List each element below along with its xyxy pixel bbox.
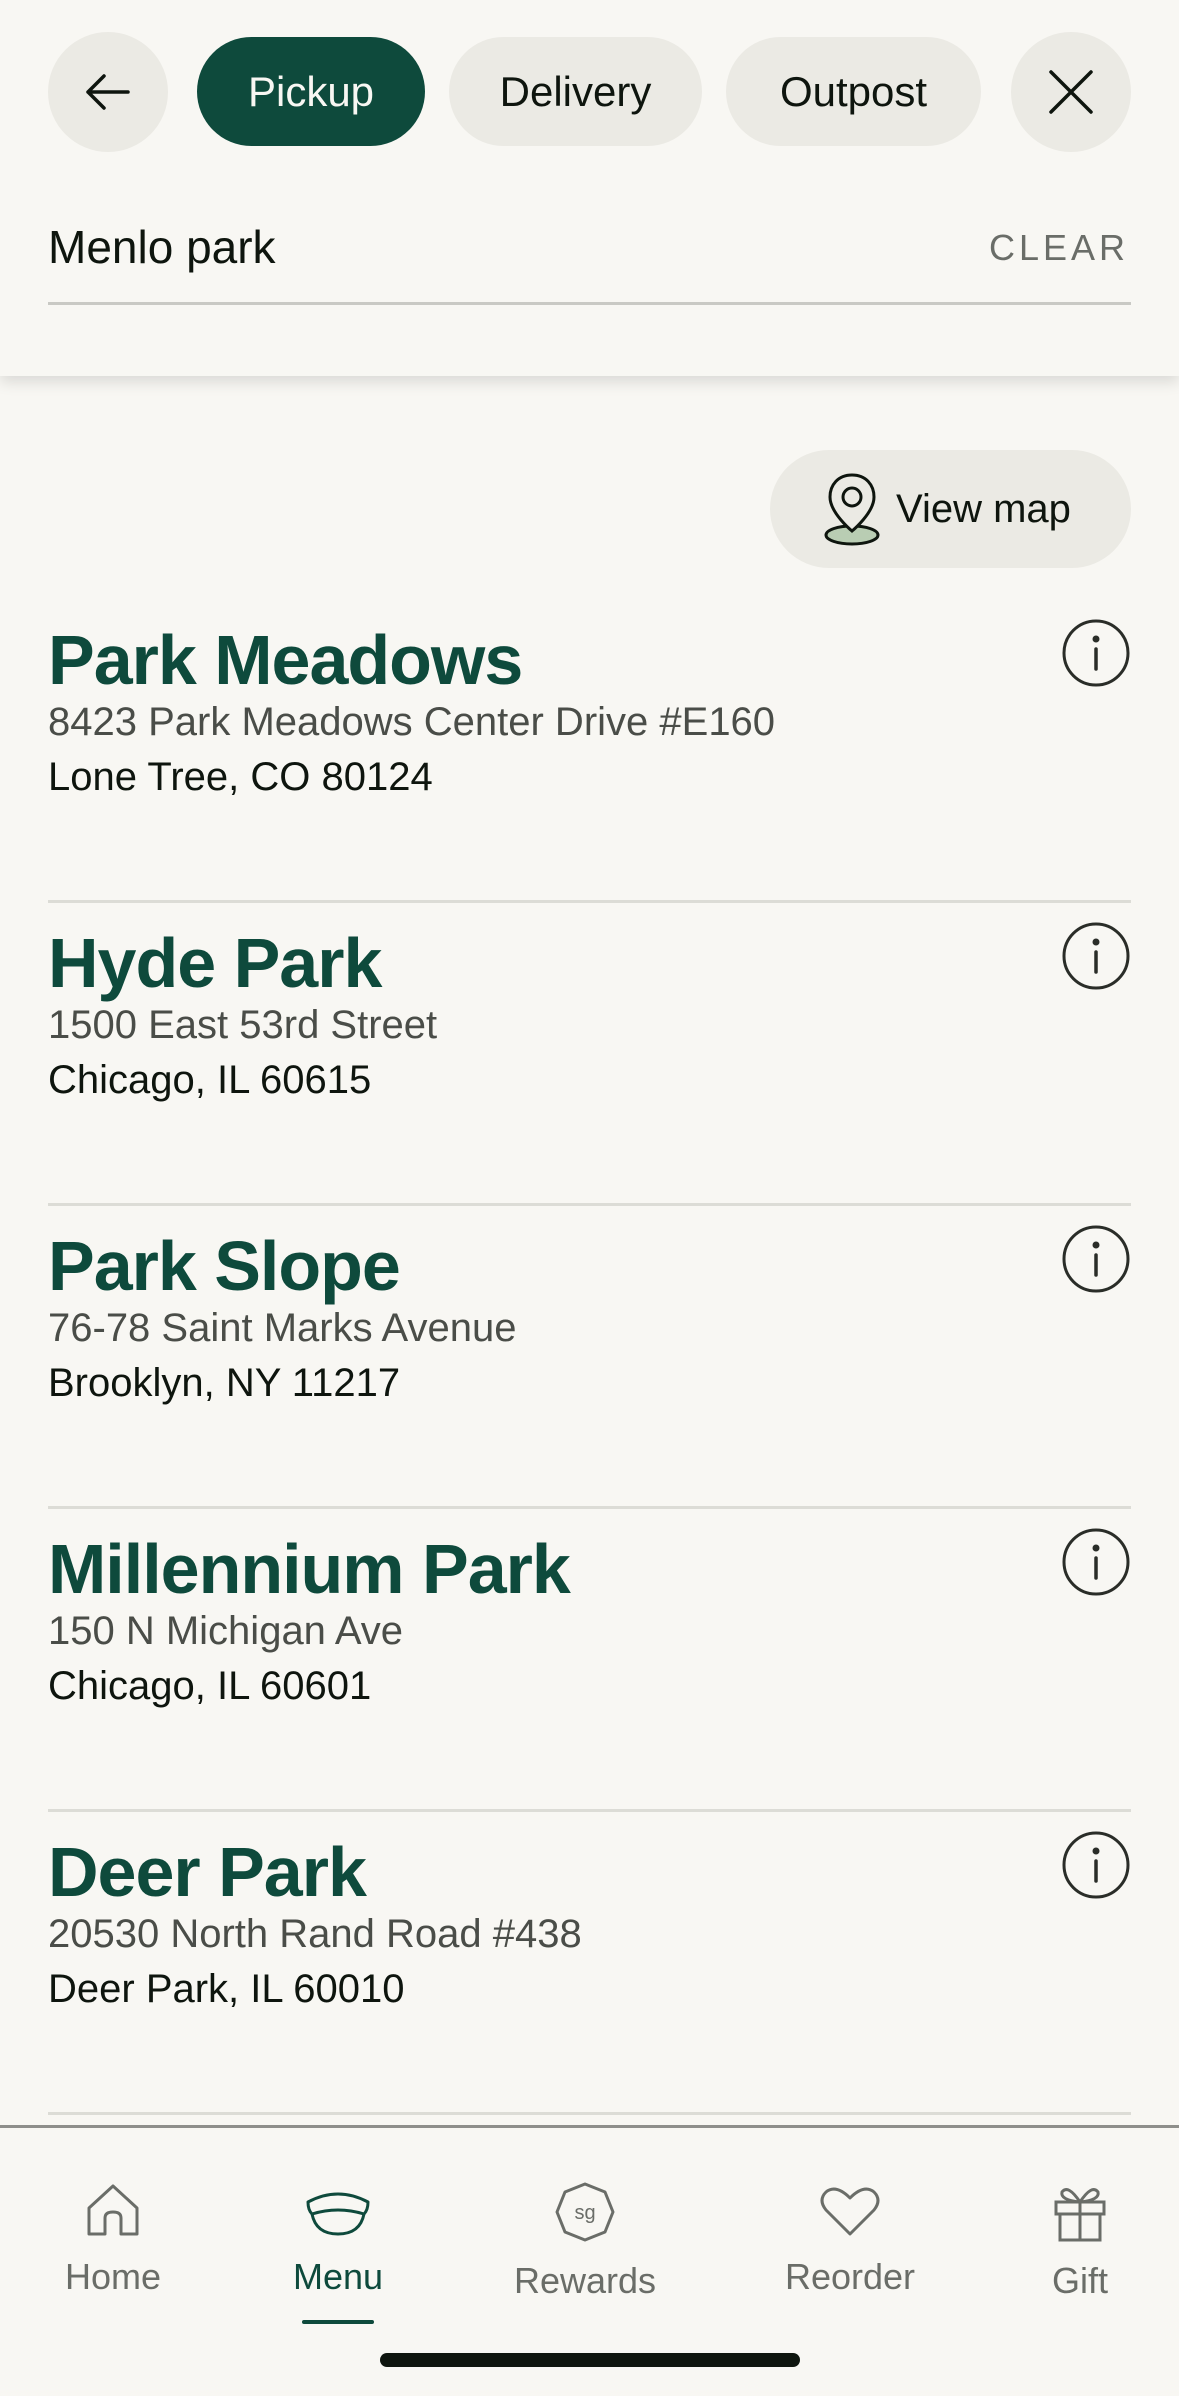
tab-reorder[interactable]: Reorder bbox=[750, 2180, 950, 2320]
location-header: Pickup Delivery Outpost CLEAR bbox=[0, 0, 1179, 376]
tab-menu[interactable]: Menu bbox=[238, 2180, 438, 2320]
tab-gift[interactable]: Gift bbox=[980, 2180, 1179, 2320]
svg-text:sg: sg bbox=[574, 2202, 595, 2224]
store-item[interactable]: Hyde Park 1500 East 53rd Street Chicago,… bbox=[48, 903, 1131, 1206]
store-address-line2: Deer Park, IL 60010 bbox=[48, 1967, 405, 2011]
store-address-line1: 1500 East 53rd Street bbox=[48, 1003, 438, 1047]
tab-gift-label: Gift bbox=[1051, 2260, 1108, 2301]
info-icon[interactable] bbox=[1061, 1830, 1131, 1900]
store-item[interactable]: Millennium Park 150 N Michigan Ave Chica… bbox=[48, 1509, 1131, 1812]
store-address-line1: 150 N Michigan Ave bbox=[48, 1609, 404, 1653]
store-address-line2: Chicago, IL 60601 bbox=[48, 1664, 372, 1708]
close-button[interactable] bbox=[1011, 32, 1131, 152]
store-address-line2: Lone Tree, CO 80124 bbox=[48, 755, 433, 799]
store-name: Park Meadows bbox=[48, 621, 523, 699]
close-icon bbox=[1049, 70, 1093, 114]
tab-outpost[interactable]: Outpost bbox=[726, 37, 981, 146]
store-item[interactable]: Park Slope 76-78 Saint Marks Avenue Broo… bbox=[48, 1206, 1131, 1509]
store-name: Park Slope bbox=[48, 1227, 401, 1305]
active-tab-indicator bbox=[302, 2320, 374, 2324]
store-address-line1: 76-78 Saint Marks Avenue bbox=[48, 1306, 517, 1350]
home-indicator bbox=[380, 2353, 800, 2367]
gift-icon bbox=[1054, 2188, 1106, 2242]
tab-delivery[interactable]: Delivery bbox=[449, 37, 702, 146]
store-address-line2: Brooklyn, NY 11217 bbox=[48, 1361, 401, 1405]
store-item[interactable]: Deer Park 20530 North Rand Road #438 Dee… bbox=[48, 1812, 1131, 2115]
tab-menu-label: Menu bbox=[292, 2256, 384, 2297]
bowl-icon bbox=[306, 2192, 370, 2236]
search-row: CLEAR bbox=[48, 195, 1131, 305]
store-name: Hyde Park bbox=[48, 924, 382, 1002]
store-address-line1: 20530 North Rand Road #438 bbox=[48, 1912, 582, 1956]
store-list: Park Meadows 8423 Park Meadows Center Dr… bbox=[48, 600, 1131, 2115]
heart-icon bbox=[820, 2187, 880, 2236]
tab-reorder-label: Reorder bbox=[784, 2256, 916, 2297]
view-map-button[interactable]: View map bbox=[770, 450, 1131, 568]
location-search-input[interactable] bbox=[48, 217, 948, 277]
view-map-label: View map bbox=[896, 486, 1071, 531]
tab-home[interactable]: Home bbox=[13, 2180, 213, 2320]
info-icon[interactable] bbox=[1061, 921, 1131, 991]
store-item[interactable]: Park Meadows 8423 Park Meadows Center Dr… bbox=[48, 600, 1131, 903]
info-icon[interactable] bbox=[1061, 618, 1131, 688]
sg-badge-icon: sg bbox=[555, 2182, 615, 2242]
store-name: Millennium Park bbox=[48, 1530, 571, 1608]
info-icon[interactable] bbox=[1061, 1527, 1131, 1597]
store-address-line2: Chicago, IL 60615 bbox=[48, 1058, 372, 1102]
store-address-line1: 8423 Park Meadows Center Drive #E160 bbox=[48, 700, 776, 744]
info-icon[interactable] bbox=[1061, 1224, 1131, 1294]
back-button[interactable] bbox=[48, 32, 168, 152]
clear-button[interactable]: CLEAR bbox=[989, 227, 1129, 269]
tab-pickup[interactable]: Pickup bbox=[197, 37, 425, 146]
store-name: Deer Park bbox=[48, 1833, 367, 1911]
map-pin-icon bbox=[824, 473, 880, 546]
tab-home-label: Home bbox=[64, 2256, 162, 2297]
home-icon bbox=[87, 2184, 139, 2236]
arrow-left-icon bbox=[86, 74, 130, 110]
tab-rewards[interactable]: sg Rewards bbox=[485, 2180, 685, 2320]
tab-rewards-label: Rewards bbox=[513, 2260, 657, 2301]
